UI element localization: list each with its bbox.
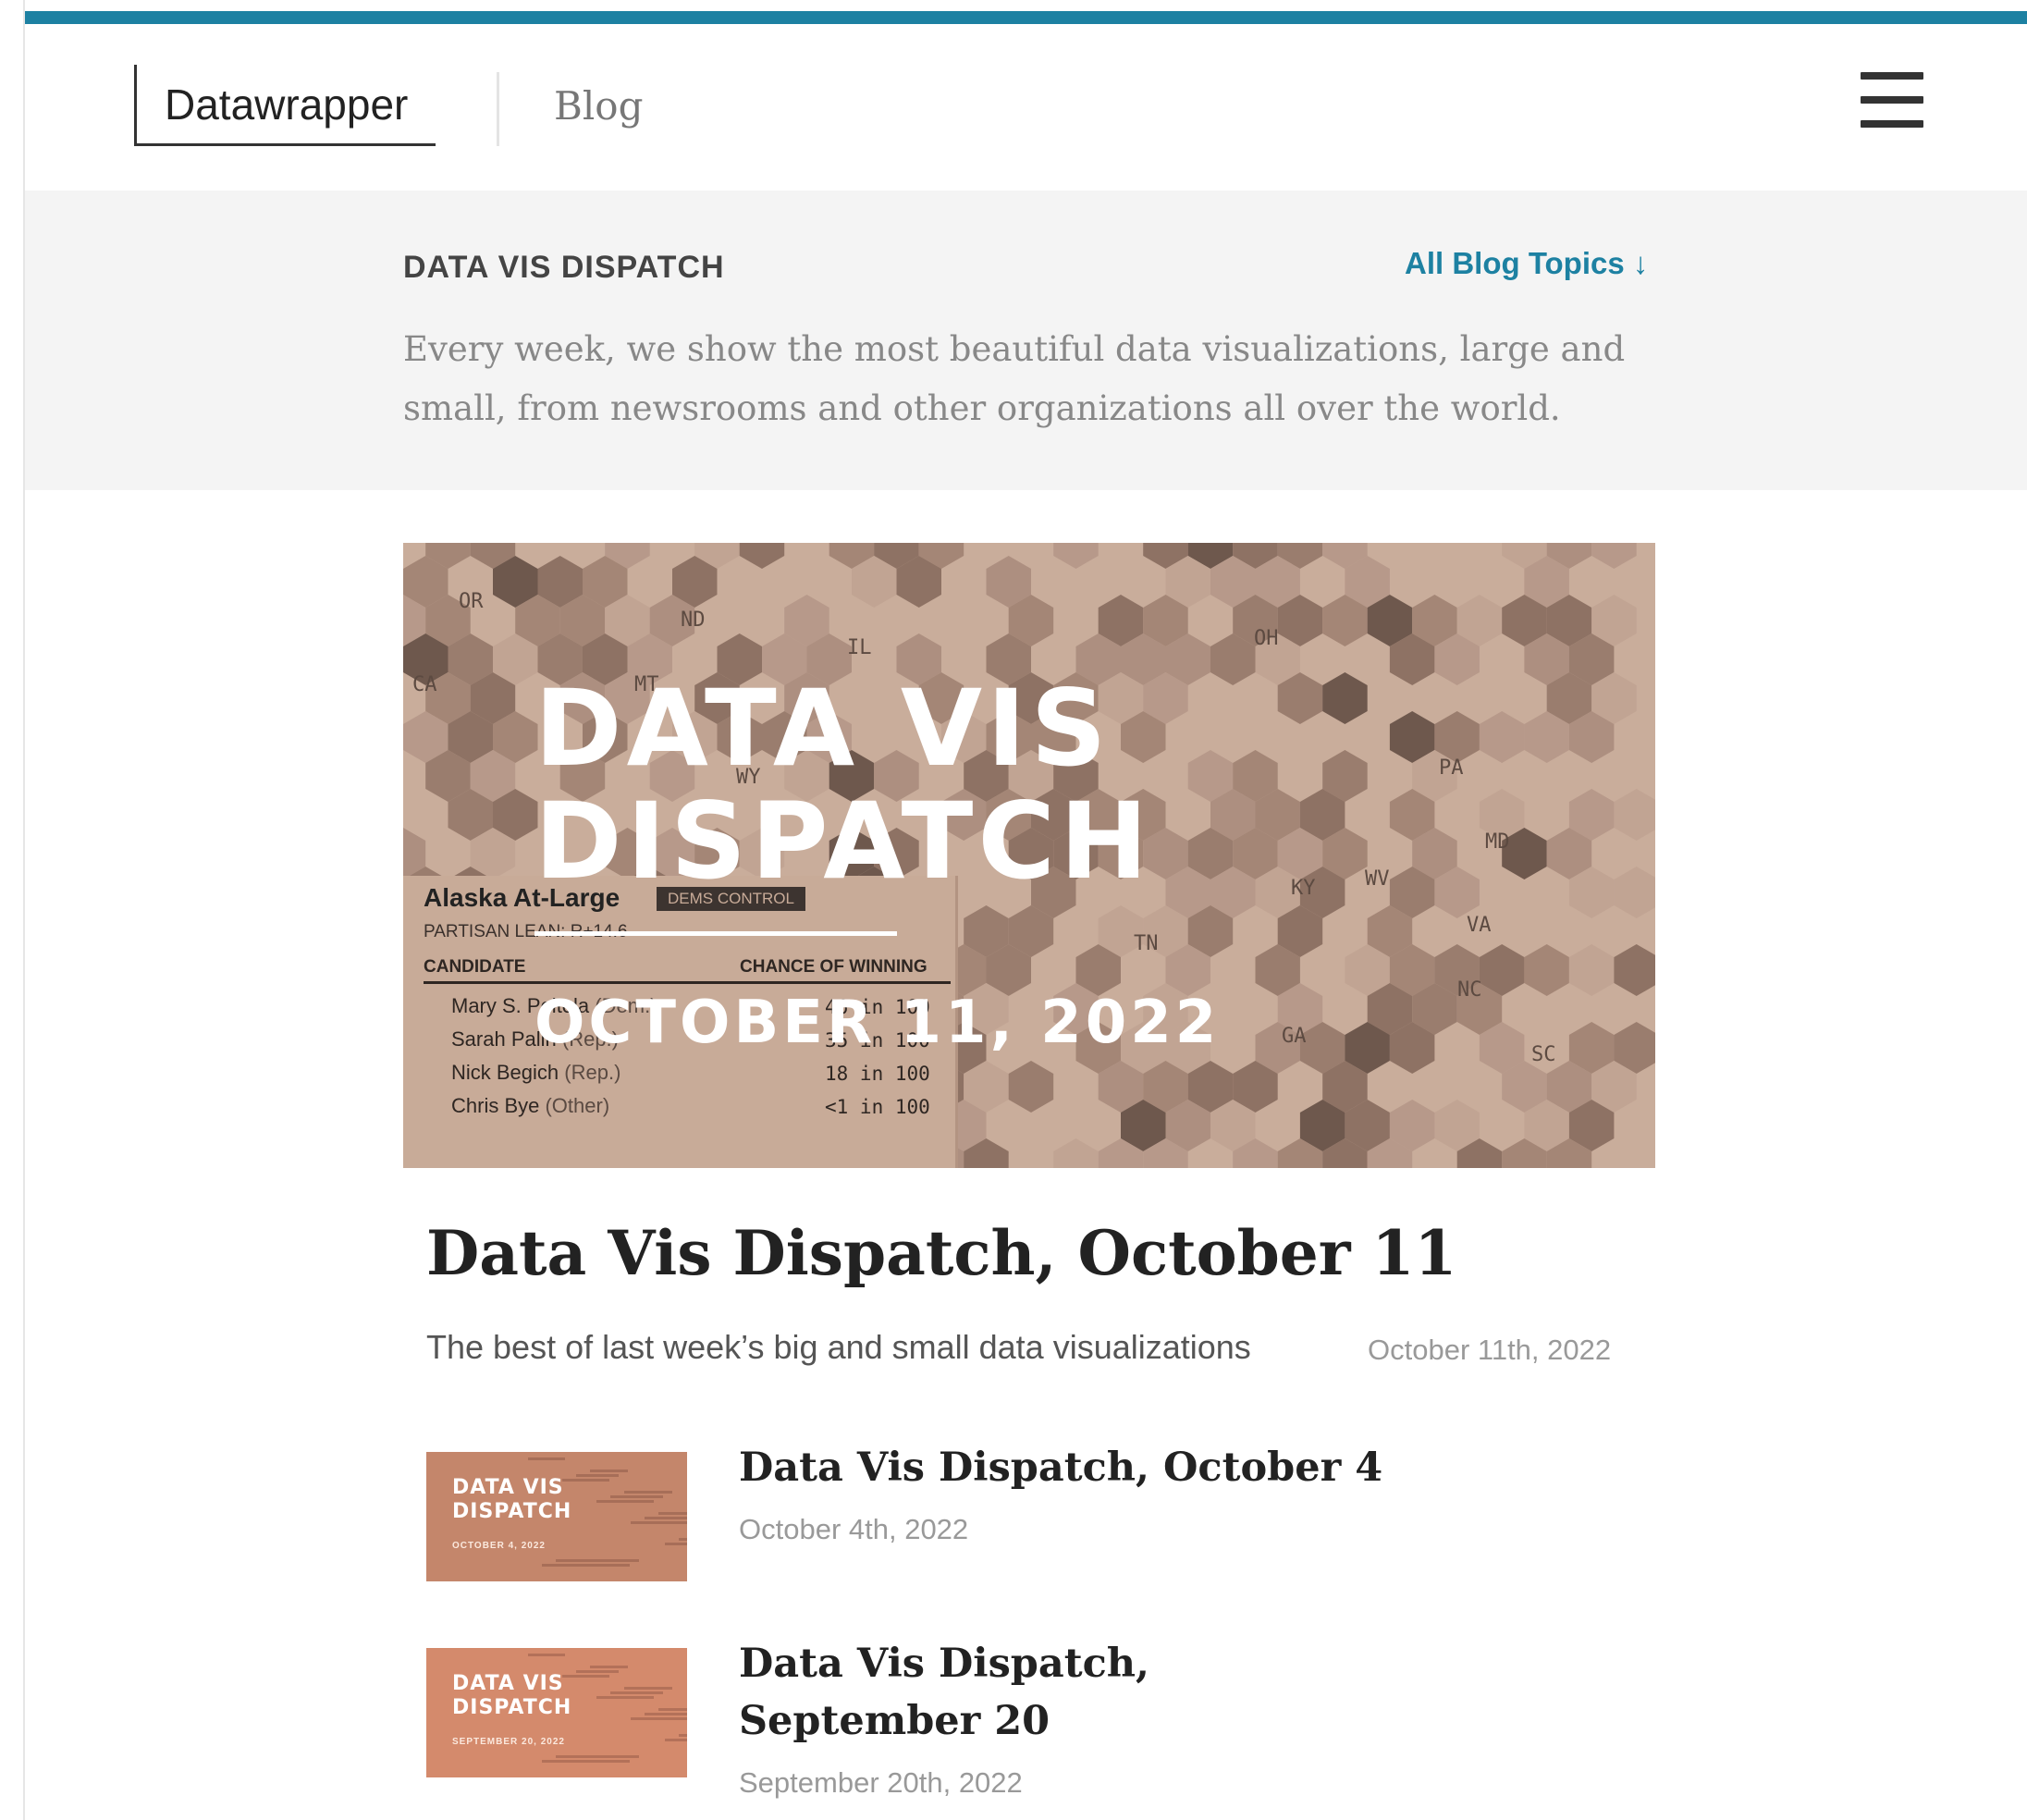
thumbnail-title: DATA VIS DISPATCH [452, 1476, 572, 1523]
map-state-label: TN [1134, 932, 1159, 955]
thumbnail-date: OCTOBER 4, 2022 [452, 1541, 546, 1551]
map-state-label: KY [1291, 877, 1316, 900]
featured-post-image[interactable]: OR ND IL OH MT WY PA MD KY WV VA TN NC GA SC CA Alaska … [403, 543, 1655, 1168]
thumbnail-texture [631, 1521, 687, 1524]
thumbnail-texture [596, 1500, 654, 1503]
page: Datawrapper Blog DATA VIS DISPATCH All B… [23, 0, 2027, 1820]
topic-header: DATA VIS DISPATCH All Blog Topics ↓ Ever… [25, 191, 2027, 490]
related-post-thumbnail[interactable]: DATA VIS DISPATCH OCTOBER 4, 2022 [426, 1452, 687, 1581]
related-post-date: October 4th, 2022 [739, 1513, 969, 1545]
logo-text: Datawrapper [165, 80, 409, 129]
thumbnail-texture [631, 1717, 687, 1720]
hex-cell [739, 543, 785, 569]
hex-cell [1008, 1061, 1054, 1113]
card-col-candidate: CANDIDATE [424, 957, 526, 977]
card-row-value: 18 in 100 [825, 1063, 930, 1085]
map-state-label: MD [1485, 830, 1510, 854]
map-state-label: VA [1467, 914, 1492, 937]
map-state-label: WV [1365, 867, 1390, 891]
hex-cell [1568, 944, 1615, 996]
thumbnail-texture [624, 1687, 672, 1690]
card-divider [424, 981, 951, 984]
thumbnail-texture [556, 1755, 639, 1758]
top-accent-bar [25, 11, 2027, 24]
thumbnail-texture [590, 1666, 628, 1668]
card-row-value: <1 in 100 [825, 1096, 930, 1118]
thumbnail-texture [665, 1739, 687, 1741]
thumbnail-texture [679, 1538, 687, 1541]
related-post-thumbnail[interactable]: DATA VIS DISPATCH SEPTEMBER 20, 2022 [426, 1648, 687, 1777]
card-row: Nick Begich (Rep.) [451, 1061, 621, 1084]
topic-description: Every week, we show the most beautiful d… [403, 329, 1626, 428]
hero-rule [534, 931, 897, 936]
card-row: Chris Bye (Other) [451, 1094, 610, 1117]
thumbnail-texture [576, 1474, 619, 1477]
nav-blog-link[interactable]: Blog [554, 83, 643, 129]
map-state-label: PA [1439, 756, 1464, 780]
related-post-title[interactable]: Data Vis Dispatch, September 20 [739, 1635, 1479, 1750]
logo-link[interactable]: Datawrapper [134, 65, 436, 146]
hex-cell [1591, 543, 1637, 569]
thumbnail-texture [679, 1734, 687, 1737]
featured-post-subtitle: The best of last week’s big and small da… [426, 1328, 1251, 1366]
thumbnail-texture [576, 1670, 619, 1673]
thumbnail-texture [590, 1470, 628, 1472]
hex-cell [1614, 789, 1655, 841]
map-state-label: SC [1531, 1043, 1556, 1066]
featured-post-date: October 11th, 2022 [1368, 1334, 1612, 1366]
hero-title: DATA VIS DISPATCH [534, 667, 1153, 903]
map-state-label: ND [681, 609, 706, 632]
thumbnail-title: DATA VIS DISPATCH [452, 1672, 572, 1719]
hex-cell [1322, 672, 1368, 724]
thumbnail-date: SEPTEMBER 20, 2022 [452, 1737, 565, 1747]
hex-cell [1053, 1138, 1099, 1168]
thumbnail-texture [624, 1491, 672, 1494]
thumbnail-texture [528, 1457, 565, 1460]
topic-title: DATA VIS DISPATCH [403, 250, 725, 285]
thumbnail-texture [542, 1564, 630, 1567]
thumbnail-texture [658, 1708, 687, 1711]
thumbnail-texture [658, 1512, 687, 1515]
hex-cell [1053, 543, 1099, 569]
thumbnail-texture [610, 1495, 663, 1498]
hamburger-menu-icon[interactable] [1861, 72, 1923, 128]
thumbnail-texture [542, 1760, 630, 1763]
hex-cell [1524, 944, 1569, 996]
hex-cell [1614, 867, 1655, 918]
site-header: Datawrapper Blog [25, 24, 2027, 191]
thumbnail-texture [645, 1713, 687, 1715]
map-state-label: GA [1282, 1025, 1307, 1048]
related-post-title[interactable]: Data Vis Dispatch, October 4 [739, 1439, 1479, 1496]
thumbnail-texture [645, 1517, 687, 1519]
thumbnail-texture [528, 1654, 565, 1656]
hero-date: OCTOBER 11, 2022 [534, 989, 1221, 1057]
card-col-chance: CHANCE OF WINNING [740, 957, 928, 977]
map-state-label: IL [847, 636, 872, 659]
hex-cell [1614, 944, 1655, 996]
thumbnail-texture [610, 1691, 663, 1694]
thumbnail-texture [556, 1559, 639, 1562]
thumbnail-texture [665, 1543, 687, 1545]
header-divider [497, 72, 499, 146]
thumbnail-texture [596, 1696, 654, 1699]
hex-cell [1479, 711, 1525, 763]
map-state-label: NC [1457, 978, 1482, 1002]
map-state-label: OR [459, 590, 484, 613]
map-state-label: CA [412, 673, 437, 696]
all-blog-topics-link[interactable]: All Blog Topics ↓ [1405, 246, 1648, 281]
related-post-date: September 20th, 2022 [739, 1766, 1023, 1799]
featured-post-title[interactable]: Data Vis Dispatch, October 11 [426, 1217, 1456, 1289]
map-state-label: OH [1254, 627, 1279, 650]
